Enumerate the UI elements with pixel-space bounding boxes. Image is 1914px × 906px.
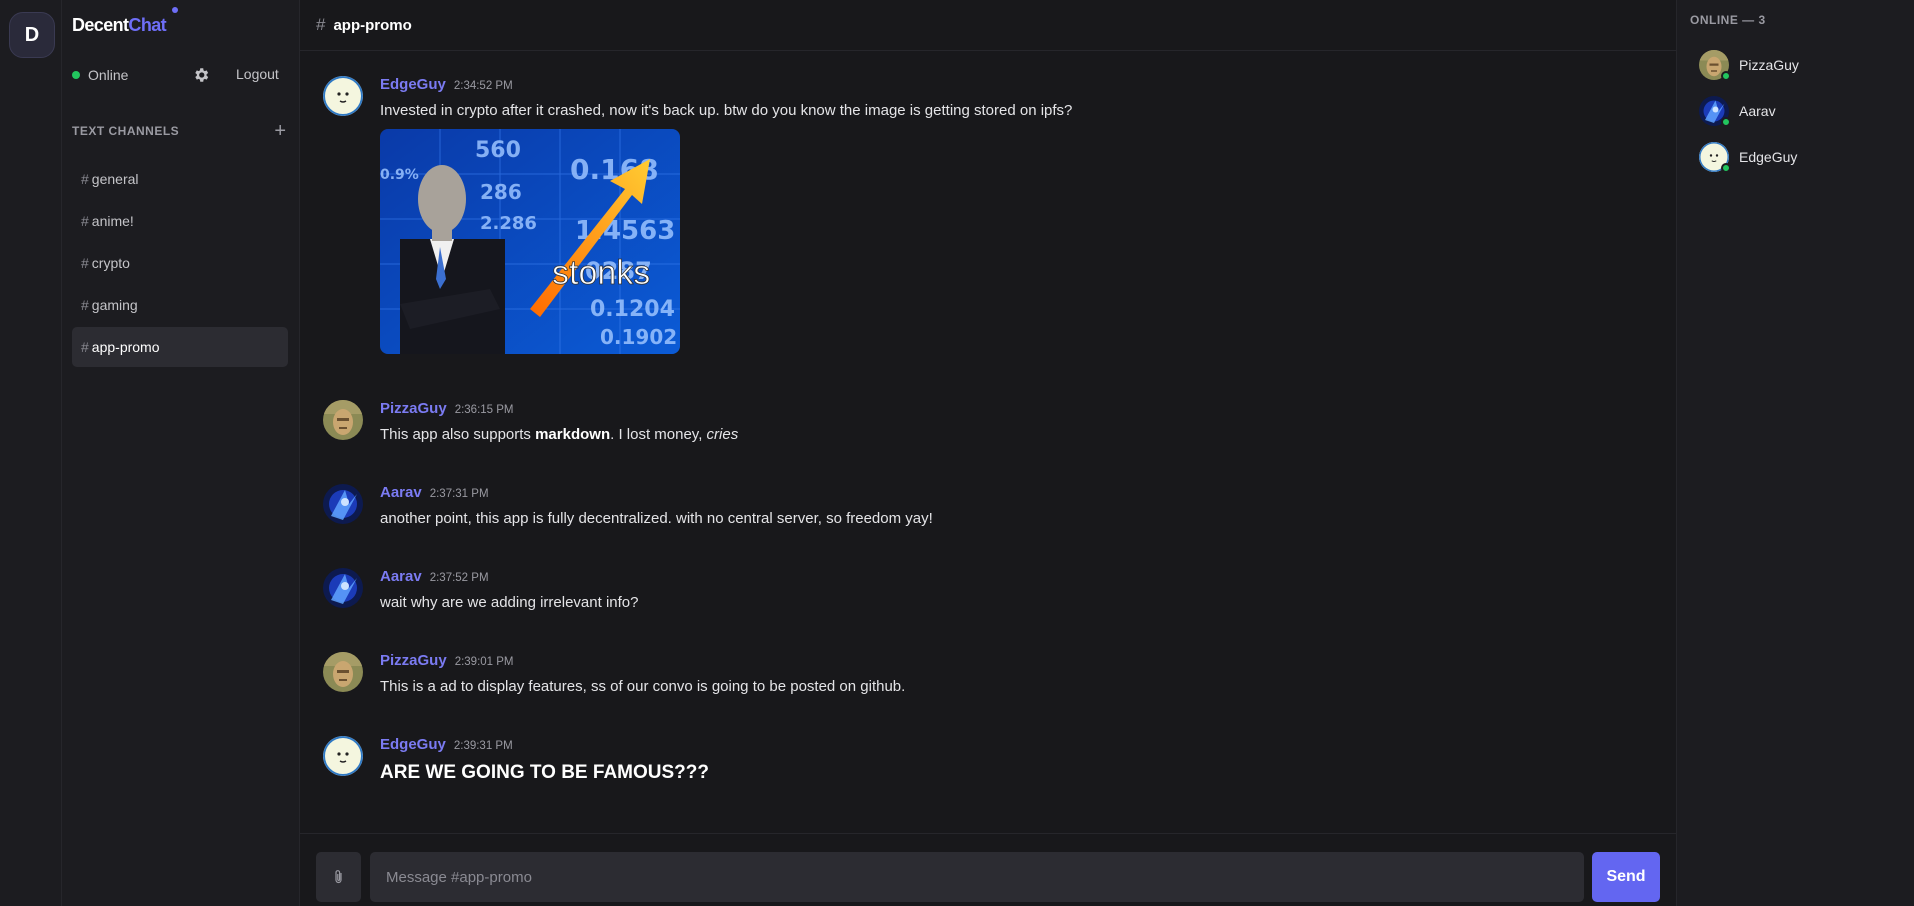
member-item[interactable]: PizzaGuy bbox=[1699, 50, 1799, 81]
svg-text:0.1204: 0.1204 bbox=[590, 297, 675, 322]
message-input[interactable] bbox=[370, 852, 1584, 902]
channel-label: crypto bbox=[91, 255, 130, 271]
message-text: This is a ad to display features, ss of … bbox=[380, 678, 906, 695]
text-channels-title: TEXT CHANNELS bbox=[72, 124, 180, 138]
logo-dot bbox=[172, 7, 178, 13]
channel-sidebar: DecentChat Online Logout TEXT CHANNELS +… bbox=[62, 0, 300, 906]
avatar bbox=[1699, 50, 1731, 81]
message-timestamp: 2:39:01 PM bbox=[454, 656, 514, 668]
avatar[interactable] bbox=[323, 652, 363, 692]
hash-icon: # bbox=[316, 15, 326, 34]
avatar bbox=[1699, 142, 1731, 173]
avatar[interactable] bbox=[323, 76, 363, 116]
message-text: ARE WE GOING TO BE FAMOUS??? bbox=[380, 762, 709, 783]
channel-label: anime! bbox=[91, 213, 134, 229]
app-logo: DecentChat bbox=[72, 15, 167, 36]
message-timestamp: 2:37:31 PM bbox=[429, 488, 489, 500]
hash-icon: # bbox=[81, 339, 89, 355]
svg-text:286: 286 bbox=[480, 180, 522, 204]
text-segment: This app also supports bbox=[380, 426, 536, 443]
paperclip-icon bbox=[334, 870, 342, 884]
logo-text-decent: Decent bbox=[72, 15, 129, 35]
avatar[interactable] bbox=[323, 484, 363, 524]
message-author[interactable]: Aarav bbox=[380, 484, 422, 501]
hash-icon: # bbox=[81, 255, 89, 271]
text-segment: . I lost money, bbox=[610, 426, 707, 443]
message-list[interactable]: EdgeGuy 2:34:52 PM Invested in crypto af… bbox=[300, 51, 1676, 833]
channel-label: general bbox=[91, 171, 139, 187]
channel-item-general[interactable]: # general bbox=[72, 159, 288, 199]
svg-text:2.286: 2.286 bbox=[480, 213, 537, 234]
server-initial: D bbox=[24, 23, 40, 46]
channel-header: # app-promo bbox=[300, 0, 1676, 51]
member-name: EdgeGuy bbox=[1739, 149, 1798, 165]
avatar bbox=[1699, 96, 1731, 127]
message-author[interactable]: PizzaGuy bbox=[380, 400, 447, 417]
online-members-header: ONLINE — 3 bbox=[1690, 13, 1766, 27]
message-author[interactable]: Aarav bbox=[380, 568, 422, 585]
hash-icon: # bbox=[81, 297, 89, 313]
avatar[interactable] bbox=[323, 736, 363, 776]
channel-item-crypto[interactable]: # crypto bbox=[72, 243, 288, 283]
online-status-dot bbox=[1721, 71, 1731, 81]
svg-text:0.9%: 0.9% bbox=[380, 167, 419, 183]
avatar[interactable] bbox=[323, 400, 363, 440]
message-timestamp: 2:36:15 PM bbox=[454, 404, 514, 416]
channel-item-anime[interactable]: # anime! bbox=[72, 201, 288, 241]
message-author[interactable]: PizzaGuy bbox=[380, 652, 447, 669]
svg-text:0.1902: 0.1902 bbox=[600, 325, 677, 349]
channel-title: app-promo bbox=[333, 16, 412, 34]
send-button[interactable]: Send bbox=[1592, 852, 1660, 902]
message-timestamp: 2:39:31 PM bbox=[453, 740, 513, 752]
svg-text:stonks: stonks bbox=[552, 254, 650, 292]
server-rail: D bbox=[0, 0, 62, 906]
channel-item-app-promo[interactable]: # app-promo bbox=[72, 327, 288, 367]
text-channels-header: TEXT CHANNELS + bbox=[72, 121, 286, 141]
gear-icon[interactable] bbox=[192, 66, 210, 84]
channel-item-gaming[interactable]: # gaming bbox=[72, 285, 288, 325]
message-composer: Send bbox=[300, 833, 1676, 906]
attach-button[interactable] bbox=[316, 852, 361, 902]
logo-text-chat: Chat bbox=[128, 15, 167, 35]
member-item[interactable]: Aarav bbox=[1699, 96, 1776, 127]
online-status-dot bbox=[1721, 163, 1731, 173]
member-item[interactable]: EdgeGuy bbox=[1699, 142, 1798, 173]
server-icon-decentchat[interactable]: D bbox=[9, 12, 55, 58]
online-status-dot bbox=[72, 71, 80, 79]
channel-label: app-promo bbox=[91, 339, 160, 355]
user-status-label: Online bbox=[88, 67, 129, 83]
message-timestamp: 2:37:52 PM bbox=[429, 572, 489, 584]
member-list: ONLINE — 3 PizzaGuy Aarav EdgeGuy bbox=[1676, 0, 1914, 906]
hash-icon: # bbox=[81, 171, 89, 187]
message-text: Invested in crypto after it crashed, now… bbox=[380, 102, 1073, 119]
channel-list: # general # anime! # crypto # gaming # a… bbox=[72, 159, 288, 369]
bold-text: markdown bbox=[535, 426, 611, 443]
channel-label: gaming bbox=[91, 297, 138, 313]
add-channel-button[interactable]: + bbox=[274, 121, 286, 141]
avatar[interactable] bbox=[323, 568, 363, 608]
message-text: another point, this app is fully decentr… bbox=[380, 510, 933, 527]
message-image[interactable]: 560 286 2.286 1.4563 0287 0.1204 0.1902 … bbox=[380, 129, 680, 354]
member-name: Aarav bbox=[1739, 103, 1776, 119]
online-status-dot bbox=[1721, 117, 1731, 127]
message-text: wait why are we adding irrelevant info? bbox=[380, 594, 639, 611]
message-timestamp: 2:34:52 PM bbox=[453, 80, 513, 92]
hash-icon: # bbox=[81, 213, 89, 229]
user-status[interactable]: Online bbox=[72, 67, 128, 83]
message-text: This app also supports markdown. I lost … bbox=[380, 426, 1580, 444]
chat-main: # app-promo EdgeGuy 2:34:52 PM Invested … bbox=[300, 0, 1676, 906]
message-author[interactable]: EdgeGuy bbox=[380, 736, 446, 753]
message-author[interactable]: EdgeGuy bbox=[380, 76, 446, 93]
italic-text: cries bbox=[706, 426, 739, 443]
member-name: PizzaGuy bbox=[1739, 57, 1799, 73]
logout-button[interactable]: Logout bbox=[236, 66, 279, 82]
svg-text:560: 560 bbox=[475, 138, 521, 163]
